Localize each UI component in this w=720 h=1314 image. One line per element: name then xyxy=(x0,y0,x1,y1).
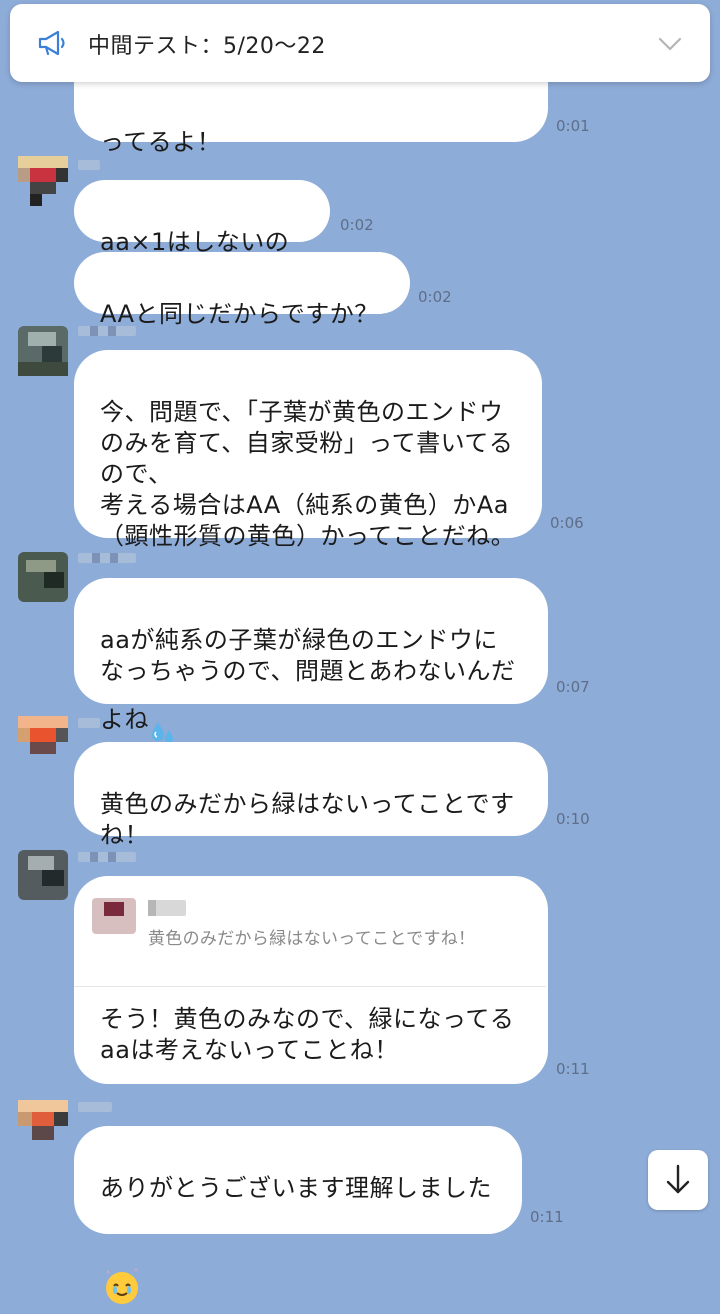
megaphone-icon xyxy=(36,28,68,62)
message-text: ありがとうございます理解しました xyxy=(100,1174,492,1202)
sender-name xyxy=(78,553,136,563)
message-bubble[interactable]: 今、問題で、「子葉が黄色のエンドウ のみを育て、自家受粉」って書いてる ので、 … xyxy=(74,350,542,550)
sender-name xyxy=(78,1102,112,1112)
message-time: 0:10 xyxy=(556,810,590,828)
message-bubble[interactable]: aaが純系の子葉が緑色のエンドウに なっちゃうので、問題とあわないんだ よね xyxy=(74,578,548,743)
chat-view[interactable]: ってるよ！ 0:01 aa×1はしないのは 0:02 AAと同じだからですか？ … xyxy=(0,0,720,1304)
message-bubble[interactable]: 黄色のみだから緑はないってことです ね！ xyxy=(74,742,548,849)
arrow-down-icon xyxy=(664,1164,692,1200)
message-time: 0:07 xyxy=(556,678,590,696)
avatar[interactable] xyxy=(18,552,68,602)
message-text: 今、問題で、「子葉が黄色のエンドウ のみを育て、自家受粉」って書いてる ので、 … xyxy=(100,398,516,550)
message-time: 0:01 xyxy=(556,117,590,135)
sender-name xyxy=(78,718,100,728)
chevron-down-icon[interactable] xyxy=(658,36,682,56)
message-bubble[interactable]: AAと同じだからですか？ xyxy=(74,252,410,328)
avatar[interactable] xyxy=(18,326,68,376)
grateful-face-icon xyxy=(100,1235,144,1314)
message-text: 黄色のみだから緑はないってことです ね！ xyxy=(100,790,515,849)
avatar[interactable] xyxy=(18,1100,68,1150)
sender-name xyxy=(78,852,136,862)
scroll-to-bottom-button[interactable] xyxy=(648,1150,708,1210)
message-text: AAと同じだからですか？ xyxy=(100,300,379,328)
avatar[interactable] xyxy=(18,850,68,900)
announcement-bar[interactable]: 中間テスト：5/20～22 xyxy=(10,4,710,82)
avatar[interactable] xyxy=(18,716,68,766)
message-time: 0:06 xyxy=(550,514,584,532)
quoted-avatar xyxy=(92,898,136,934)
message-time: 0:02 xyxy=(340,216,374,234)
message-text: ってるよ！ xyxy=(100,128,222,156)
message-bubble[interactable]: ありがとうございます理解しました xyxy=(74,1126,522,1304)
message-text: そう！黄色のみなので、緑になってる aaは考えないってことね！ xyxy=(100,1005,515,1064)
message-time: 0:02 xyxy=(418,288,452,306)
quoted-sender-name xyxy=(148,900,186,916)
message-bubble[interactable]: aa×1はしないのは xyxy=(74,180,330,287)
message-time: 0:11 xyxy=(530,1208,564,1226)
message-time: 0:11 xyxy=(556,1060,590,1078)
quoted-message: 黄色のみだから緑はないってことですね！ xyxy=(148,929,476,949)
avatar[interactable] xyxy=(18,156,68,206)
sender-name xyxy=(78,326,136,336)
sender-name xyxy=(78,160,100,170)
reply-divider xyxy=(74,986,546,987)
announcement-text: 中間テスト：5/20～22 xyxy=(88,34,326,59)
